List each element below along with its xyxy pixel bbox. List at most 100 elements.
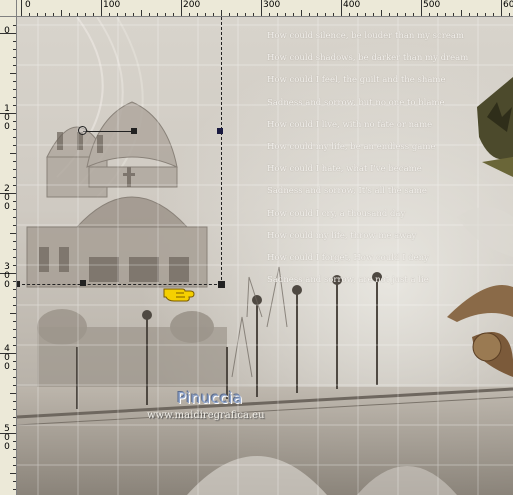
ruler-label: 200 bbox=[183, 0, 201, 10]
ruler-tick bbox=[13, 345, 16, 346]
ruler-tick bbox=[141, 10, 142, 16]
ruler-tick bbox=[13, 457, 16, 458]
ruler-label: 2 bbox=[4, 184, 10, 194]
ruler-tick bbox=[437, 13, 438, 16]
poem-line: How could I feel, the guilt and the sham… bbox=[267, 75, 446, 86]
selection-handle-bottom-middle[interactable] bbox=[80, 280, 86, 286]
ruler-tick bbox=[389, 13, 390, 16]
ruler-tick bbox=[13, 105, 16, 106]
ruler-tick bbox=[333, 13, 334, 16]
vertical-ruler[interactable]: 0100200300400500 bbox=[0, 17, 17, 495]
ruler-label: 0 bbox=[4, 26, 10, 36]
ruler-tick bbox=[277, 13, 278, 16]
ruler-label: 0 bbox=[4, 193, 10, 203]
ruler-label: 0 bbox=[4, 271, 10, 281]
ruler-tick bbox=[117, 13, 118, 16]
ruler-tick bbox=[421, 0, 422, 16]
ruler-tick bbox=[13, 145, 16, 146]
ruler-label: 1 bbox=[4, 104, 10, 114]
selection-handle-bottom-right[interactable] bbox=[218, 281, 225, 288]
ruler-tick bbox=[189, 13, 190, 16]
ruler-tick bbox=[13, 137, 16, 138]
ruler-tick bbox=[13, 385, 16, 386]
ruler-tick bbox=[373, 13, 374, 16]
ruler-tick bbox=[413, 13, 414, 16]
horizontal-ruler[interactable]: 0 100 200 300 400 500 600 bbox=[0, 0, 513, 17]
ruler-tick bbox=[10, 473, 16, 474]
ruler-tick bbox=[10, 313, 16, 314]
poem-line: How could shadows, be darker than my dre… bbox=[267, 53, 469, 64]
watermark-author: Pinuccia bbox=[177, 389, 243, 407]
ruler-tick bbox=[469, 13, 470, 16]
ruler-tick bbox=[149, 13, 150, 16]
ruler-tick bbox=[461, 10, 462, 16]
ruler-tick bbox=[501, 0, 502, 16]
ruler-tick bbox=[13, 441, 16, 442]
ruler-tick bbox=[157, 13, 158, 16]
ruler-tick bbox=[13, 321, 16, 322]
poem-line: Sadness and sorrow, are not just a lie bbox=[267, 275, 429, 286]
ruler-tick bbox=[325, 13, 326, 16]
ruler-tick bbox=[317, 13, 318, 16]
ruler-tick bbox=[173, 13, 174, 16]
ruler-label: 300 bbox=[263, 0, 281, 10]
ruler-tick bbox=[253, 13, 254, 16]
ruler-tick bbox=[261, 0, 262, 16]
ruler-tick bbox=[13, 361, 16, 362]
ruler-tick bbox=[13, 225, 16, 226]
ruler-tick bbox=[341, 0, 342, 16]
ruler-tick bbox=[13, 201, 16, 202]
ruler-tick bbox=[13, 377, 16, 378]
pointing-hand-cursor-icon bbox=[163, 288, 195, 302]
ruler-tick bbox=[13, 209, 16, 210]
ruler-label: 0 bbox=[4, 122, 10, 132]
poem-line: Sadness and sorrow, but no one to blame bbox=[267, 97, 445, 108]
ruler-tick bbox=[13, 97, 16, 98]
ruler-tick bbox=[13, 289, 16, 290]
ruler-tick bbox=[13, 185, 16, 186]
ruler-label: 0 bbox=[4, 362, 10, 372]
ruler-tick bbox=[365, 13, 366, 16]
ruler-tick bbox=[101, 0, 102, 16]
ruler-tick bbox=[269, 13, 270, 16]
ruler-tick bbox=[13, 329, 16, 330]
ruler-tick bbox=[13, 305, 16, 306]
rotation-handle[interactable] bbox=[131, 128, 137, 134]
ruler-tick bbox=[309, 13, 310, 16]
ruler-tick bbox=[13, 65, 16, 66]
rotation-pivot-icon[interactable] bbox=[78, 126, 87, 135]
ruler-tick bbox=[485, 13, 486, 16]
poem-line: How could I forget, How could I deny bbox=[267, 253, 429, 263]
ruler-tick bbox=[181, 0, 182, 16]
ruler-tick bbox=[213, 13, 214, 16]
ruler-tick bbox=[10, 153, 16, 154]
ruler-tick bbox=[10, 73, 16, 74]
ruler-label: 0 bbox=[4, 442, 10, 452]
ruler-tick bbox=[221, 10, 222, 16]
ruler-tick bbox=[165, 13, 166, 16]
ruler-tick bbox=[13, 217, 16, 218]
ruler-tick bbox=[245, 13, 246, 16]
ruler-tick bbox=[13, 177, 16, 178]
ruler-label: 0 bbox=[4, 353, 10, 363]
selection-handle-top-right[interactable] bbox=[217, 128, 223, 134]
selection-handle-bottom-left[interactable] bbox=[17, 281, 20, 287]
ruler-tick bbox=[53, 13, 54, 16]
ruler-tick bbox=[405, 13, 406, 16]
selection-rectangle[interactable] bbox=[17, 17, 222, 285]
ruler-tick bbox=[397, 13, 398, 16]
ruler-label: 0 bbox=[4, 433, 10, 443]
ruler-tick bbox=[477, 13, 478, 16]
ruler-tick bbox=[13, 265, 16, 266]
poem-line: Sadness and sorrow, It's all the same bbox=[267, 186, 427, 197]
ruler-tick bbox=[13, 57, 16, 58]
ruler-tick bbox=[13, 425, 16, 426]
ruler-tick bbox=[301, 10, 302, 16]
ruler-label: 400 bbox=[343, 0, 361, 10]
ruler-tick bbox=[13, 281, 16, 282]
poem-line: How could I live, with no fate or name bbox=[267, 119, 433, 130]
ruler-tick bbox=[133, 13, 134, 16]
image-canvas[interactable]: How could silence, be louder than my scr… bbox=[17, 17, 513, 495]
ruler-tick bbox=[45, 13, 46, 16]
ruler-tick bbox=[13, 49, 16, 50]
